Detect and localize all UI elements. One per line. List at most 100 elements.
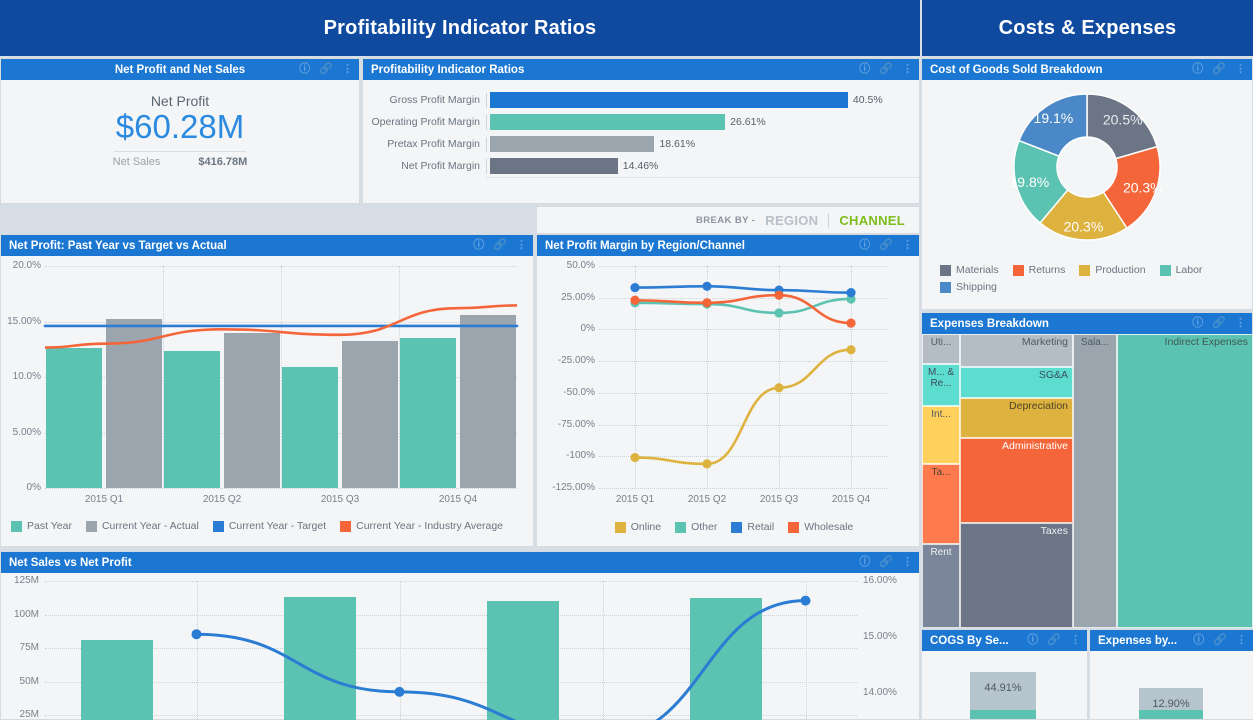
y-tick-label-right: 16.00% <box>863 575 913 586</box>
info-icon[interactable]: ⓘ <box>1027 635 1038 646</box>
link-icon[interactable]: 🔗 <box>319 64 333 75</box>
panel-header-icons[interactable]: ⓘ 🔗 ⋮ <box>859 552 913 573</box>
more-menu-icon[interactable]: ⋮ <box>1236 635 1247 646</box>
legend-swatch <box>213 521 224 532</box>
treemap-cell[interactable]: SG&A <box>960 367 1073 398</box>
info-icon[interactable]: ⓘ <box>299 64 310 75</box>
y-tick-label: -75.00% <box>537 419 595 430</box>
y-tick-label: 15.00% <box>1 316 41 327</box>
break-by-option-region[interactable]: REGION <box>765 213 818 228</box>
more-menu-icon[interactable]: ⋮ <box>516 240 527 251</box>
treemap-cell[interactable]: Int... <box>922 406 960 464</box>
legend-item[interactable]: Returns <box>1013 264 1066 276</box>
link-icon[interactable]: 🔗 <box>1213 635 1227 646</box>
treemap-cell[interactable]: Administrative <box>960 438 1073 523</box>
panel-body-npm: 50.0%25.00%0%-25.00%-50.0%-75.00%-100%-1… <box>537 256 919 546</box>
more-menu-icon[interactable]: ⋮ <box>902 64 913 75</box>
legend-item[interactable]: Shipping <box>940 281 997 293</box>
link-icon[interactable]: 🔗 <box>879 557 893 568</box>
hbar-track: 14.46% <box>490 157 913 175</box>
legend-item[interactable]: Retail <box>731 521 774 533</box>
kpi-value: $60.28M <box>116 109 244 146</box>
break-by-control[interactable]: BREAK BY - REGION CHANNEL <box>536 206 920 234</box>
legend-item[interactable]: Online <box>615 521 661 533</box>
legend-item[interactable]: Past Year <box>11 520 72 532</box>
link-icon[interactable]: 🔗 <box>493 240 507 251</box>
hbar-label: Net Profit Margin <box>363 160 486 172</box>
kpi-sub-label: Net Sales <box>113 156 161 168</box>
hbar-fill[interactable] <box>490 92 848 108</box>
info-icon[interactable]: ⓘ <box>1192 318 1203 329</box>
legend-label: Retail <box>747 521 774 533</box>
panel-cost-of-goods-sold-breakdown: Cost of Goods Sold Breakdown ⓘ 🔗 ⋮ 20.5%… <box>922 58 1253 310</box>
more-menu-icon[interactable]: ⋮ <box>342 64 353 75</box>
treemap-cell[interactable]: Marketing <box>960 334 1073 367</box>
treemap-cell[interactable]: M... & Re... <box>922 364 960 406</box>
more-menu-icon[interactable]: ⋮ <box>1235 318 1246 329</box>
panel-header-icons[interactable]: ⓘ 🔗 ⋮ <box>1027 630 1081 651</box>
y-tick-label: -25.00% <box>537 355 595 366</box>
link-icon[interactable]: 🔗 <box>1047 635 1061 646</box>
panel-net-profit-and-net-sales: Net Profit and Net Sales ⓘ 🔗 ⋮ Net Profi… <box>0 58 360 204</box>
panel-expenses-by: Expenses by... ⓘ 🔗 ⋮ 12.90% <box>1090 629 1253 720</box>
panel-header-icons[interactable]: ⓘ 🔗 ⋮ <box>859 59 913 80</box>
more-menu-icon[interactable]: ⋮ <box>1235 64 1246 75</box>
panel-header-icons[interactable]: ⓘ 🔗 ⋮ <box>1193 630 1247 651</box>
npm-plot-area <box>599 266 887 488</box>
panel-title: Net Profit Margin by Region/Channel <box>545 240 745 252</box>
legend-label: Shipping <box>956 281 997 293</box>
dashboard-title-left: Profitability Indicator Ratios <box>0 0 920 56</box>
panel-header-npm: Net Profit Margin by Region/Channel ⓘ 🔗 … <box>537 235 919 256</box>
treemap-cell[interactable]: Indirect Expenses <box>1117 334 1253 628</box>
nsnp-plot-area <box>45 581 857 720</box>
treemap-cell[interactable]: Taxes <box>960 523 1073 628</box>
more-menu-icon[interactable]: ⋮ <box>1070 635 1081 646</box>
hbar-fill[interactable] <box>490 136 654 152</box>
treemap-cell[interactable]: Sala... <box>1073 334 1117 628</box>
panel-header-net-profit-comparison: Net Profit: Past Year vs Target vs Actua… <box>1 235 533 256</box>
panel-header-icons[interactable]: ⓘ 🔗 ⋮ <box>299 59 353 80</box>
info-icon[interactable]: ⓘ <box>473 240 484 251</box>
legend-item[interactable]: Labor <box>1160 264 1203 276</box>
legend-label: Past Year <box>27 520 72 532</box>
cogs-segment-bar: 44.91% <box>970 672 1036 719</box>
legend-item[interactable]: Materials <box>940 264 999 276</box>
legend-item[interactable]: Other <box>675 521 717 533</box>
link-icon[interactable]: 🔗 <box>879 240 893 251</box>
expenses-by-value: 12.90% <box>1152 698 1189 710</box>
legend-item[interactable]: Wholesale <box>788 521 853 533</box>
more-menu-icon[interactable]: ⋮ <box>902 557 913 568</box>
treemap-cell[interactable]: Ta... <box>922 464 960 544</box>
link-icon[interactable]: 🔗 <box>1212 64 1226 75</box>
hbar-fill[interactable] <box>490 158 618 174</box>
treemap-cell[interactable]: Rent <box>922 544 960 628</box>
panel-expenses-breakdown: Expenses Breakdown ⓘ 🔗 ⋮ Uti...M... & Re… <box>922 312 1253 628</box>
legend-swatch <box>675 522 686 533</box>
info-icon[interactable]: ⓘ <box>1193 635 1204 646</box>
donut-slice-label: 20.3% <box>1064 218 1104 234</box>
more-menu-icon[interactable]: ⋮ <box>902 240 913 251</box>
treemap-cell[interactable]: Depreciation <box>960 398 1073 438</box>
np-line-layer <box>45 266 517 488</box>
break-by-option-channel[interactable]: CHANNEL <box>839 213 905 228</box>
info-icon[interactable]: ⓘ <box>859 557 870 568</box>
legend-item[interactable]: Production <box>1079 264 1145 276</box>
legend-item[interactable]: Current Year - Actual <box>86 520 199 532</box>
panel-header-icons[interactable]: ⓘ 🔗 ⋮ <box>1192 59 1246 80</box>
kpi-sub-value: $416.78M <box>198 156 247 168</box>
panel-header-icons[interactable]: ⓘ 🔗 ⋮ <box>1192 313 1246 334</box>
info-icon[interactable]: ⓘ <box>1192 64 1203 75</box>
treemap-cell[interactable]: Uti... <box>922 334 960 364</box>
legend-item[interactable]: Current Year - Industry Average <box>340 520 503 532</box>
panel-body-ratios: Gross Profit Margin40.5%Operating Profit… <box>363 80 919 203</box>
info-icon[interactable]: ⓘ <box>859 64 870 75</box>
y-tick-label-left: 50M <box>1 676 39 687</box>
hbar-fill[interactable] <box>490 114 725 130</box>
panel-header-icons[interactable]: ⓘ 🔗 ⋮ <box>473 235 527 256</box>
info-icon[interactable]: ⓘ <box>859 240 870 251</box>
legend-item[interactable]: Current Year - Target <box>213 520 326 532</box>
link-icon[interactable]: 🔗 <box>879 64 893 75</box>
link-icon[interactable]: 🔗 <box>1212 318 1226 329</box>
hbar-row: Net Profit Margin 14.46% <box>363 155 913 177</box>
panel-header-icons[interactable]: ⓘ 🔗 ⋮ <box>859 235 913 256</box>
